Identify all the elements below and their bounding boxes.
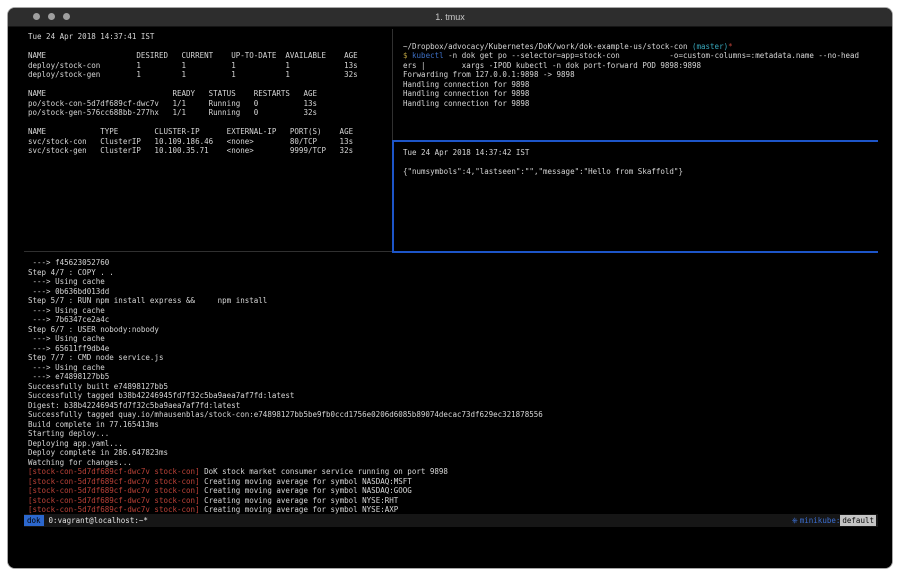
close-icon[interactable]	[33, 13, 40, 20]
terminal-line: NAME DESIRED CURRENT UP-TO-DATE AVAILABL…	[28, 51, 392, 61]
terminal-line: Successfully tagged b38b42246945fd7f32c5…	[28, 391, 880, 401]
terminal-line: Step 5/7 : RUN npm install express && np…	[28, 296, 880, 306]
window-title: 1. tmux	[8, 12, 892, 22]
terminal-line: Forwarding from 127.0.0.1:9898 -> 9898	[403, 70, 881, 80]
kube-context-indicator: ⎈ minikube:default	[792, 515, 876, 526]
terminal-line	[403, 158, 881, 168]
terminal-line: NAME TYPE CLUSTER-IP EXTERNAL-IP PORT(S)…	[28, 127, 392, 137]
terminal-line: Deploying app.yaml...	[28, 439, 880, 449]
active-pane-border-top	[392, 140, 878, 142]
traffic-lights	[33, 13, 70, 20]
terminal-line: Step 6/7 : USER nobody:nobody	[28, 325, 880, 335]
window-list-item[interactable]: 0:vagrant@localhost:~*	[49, 516, 148, 525]
terminal-content: Tue 24 Apr 2018 14:37:41 IST NAME DESIRE…	[8, 27, 892, 568]
terminal-line: ---> 65611ff9db4e	[28, 344, 880, 354]
terminal-line: Successfully built e74898127bb5	[28, 382, 880, 392]
pane-border-horizontal-left	[24, 251, 392, 252]
terminal-window: 1. tmux Tue 24 Apr 2018 14:37:41 IST NAM…	[8, 8, 892, 568]
terminal-line: Successfully tagged quay.io/mhausenblas/…	[28, 410, 880, 420]
terminal-line: Handling connection for 9898	[403, 80, 881, 90]
active-pane-border-bottom	[392, 251, 878, 253]
terminal-line: svc/stock-gen ClusterIP 10.100.35.71 <no…	[28, 146, 392, 156]
window-titlebar[interactable]: 1. tmux	[8, 8, 892, 27]
terminal-line: Step 7/7 : CMD node service.js	[28, 353, 880, 363]
minimize-icon[interactable]	[48, 13, 55, 20]
terminal-line: [stock-con-5d7df689cf-dwc7v stock-con] D…	[28, 467, 880, 477]
terminal-line: ---> f45623052760	[28, 258, 880, 268]
terminal-line: po/stock-gen-576cc688bb-277hx 1/1 Runnin…	[28, 108, 392, 118]
kube-namespace-badge: default	[840, 515, 876, 526]
terminal-line	[28, 118, 392, 128]
kube-context-name: minikube	[800, 516, 836, 525]
terminal-line: Handling connection for 9898	[403, 99, 881, 109]
terminal-line: ---> Using cache	[28, 363, 880, 373]
pane-service-response[interactable]: Tue 24 Apr 2018 14:37:42 IST {"numsymbol…	[403, 148, 881, 177]
terminal-line: ---> Using cache	[28, 306, 880, 316]
terminal-line: ---> 0b636bd013dd	[28, 287, 880, 297]
pane-port-forward[interactable]: ~/Dropbox/advocacy/Kubernetes/DoK/work/d…	[403, 32, 881, 108]
terminal-line	[28, 80, 392, 90]
terminal-line: Tue 24 Apr 2018 14:37:42 IST	[403, 148, 881, 158]
zoom-icon[interactable]	[63, 13, 70, 20]
terminal-line: po/stock-con-5d7df689cf-dwc7v 1/1 Runnin…	[28, 99, 392, 109]
active-pane-border-left	[392, 140, 394, 252]
helm-icon: ⎈	[792, 516, 798, 526]
pane-kubectl-watch[interactable]: Tue 24 Apr 2018 14:37:41 IST NAME DESIRE…	[28, 32, 392, 156]
tmux-status-bar: dok 0:vagrant@localhost:~* ⎈ minikube:de…	[24, 514, 878, 527]
terminal-line: Build complete in 77.165413ms	[28, 420, 880, 430]
terminal-line: ers | xargs -IPOD kubectl -n dok port-fo…	[403, 61, 881, 71]
terminal-line: NAME READY STATUS RESTARTS AGE	[28, 89, 392, 99]
terminal-line: ---> Using cache	[28, 334, 880, 344]
terminal-line	[403, 32, 881, 42]
terminal-line: ---> e74898127bb5	[28, 372, 880, 382]
terminal-line: ---> Using cache	[28, 277, 880, 287]
terminal-line: svc/stock-con ClusterIP 10.109.186.46 <n…	[28, 137, 392, 147]
terminal-line: ~/Dropbox/advocacy/Kubernetes/DoK/work/d…	[403, 42, 881, 52]
pane-skaffold-log[interactable]: ---> f45623052760Step 4/7 : COPY . . ---…	[28, 258, 880, 515]
terminal-line: deploy/stock-con 1 1 1 1 13s	[28, 61, 392, 71]
terminal-line: Deploy complete in 286.647823ms	[28, 448, 880, 458]
desktop-background: 1. tmux Tue 24 Apr 2018 14:37:41 IST NAM…	[0, 0, 900, 574]
terminal-line: Starting deploy...	[28, 429, 880, 439]
terminal-line: ---> 7b6347ce2a4c	[28, 315, 880, 325]
terminal-line: deploy/stock-gen 1 1 1 1 32s	[28, 70, 392, 80]
terminal-line: [stock-con-5d7df689cf-dwc7v stock-con] C…	[28, 477, 880, 487]
session-name-badge[interactable]: dok	[24, 515, 44, 526]
terminal-line	[28, 42, 392, 52]
terminal-line: Step 4/7 : COPY . .	[28, 268, 880, 278]
terminal-line: Tue 24 Apr 2018 14:37:41 IST	[28, 32, 392, 42]
pane-border-vertical-top	[392, 29, 393, 140]
terminal-line: Watching for changes...	[28, 458, 880, 468]
terminal-line: $ kubectl -n dok get po --selector=app=s…	[403, 51, 881, 61]
terminal-line: Handling connection for 9898	[403, 89, 881, 99]
terminal-line: {"numsymbols":4,"lastseen":"","message":…	[403, 167, 881, 177]
terminal-line: [stock-con-5d7df689cf-dwc7v stock-con] C…	[28, 486, 880, 496]
terminal-line: Digest: b38b42246945fd7f32c5ba9aea7af7fd…	[28, 401, 880, 411]
terminal-line: [stock-con-5d7df689cf-dwc7v stock-con] C…	[28, 496, 880, 506]
